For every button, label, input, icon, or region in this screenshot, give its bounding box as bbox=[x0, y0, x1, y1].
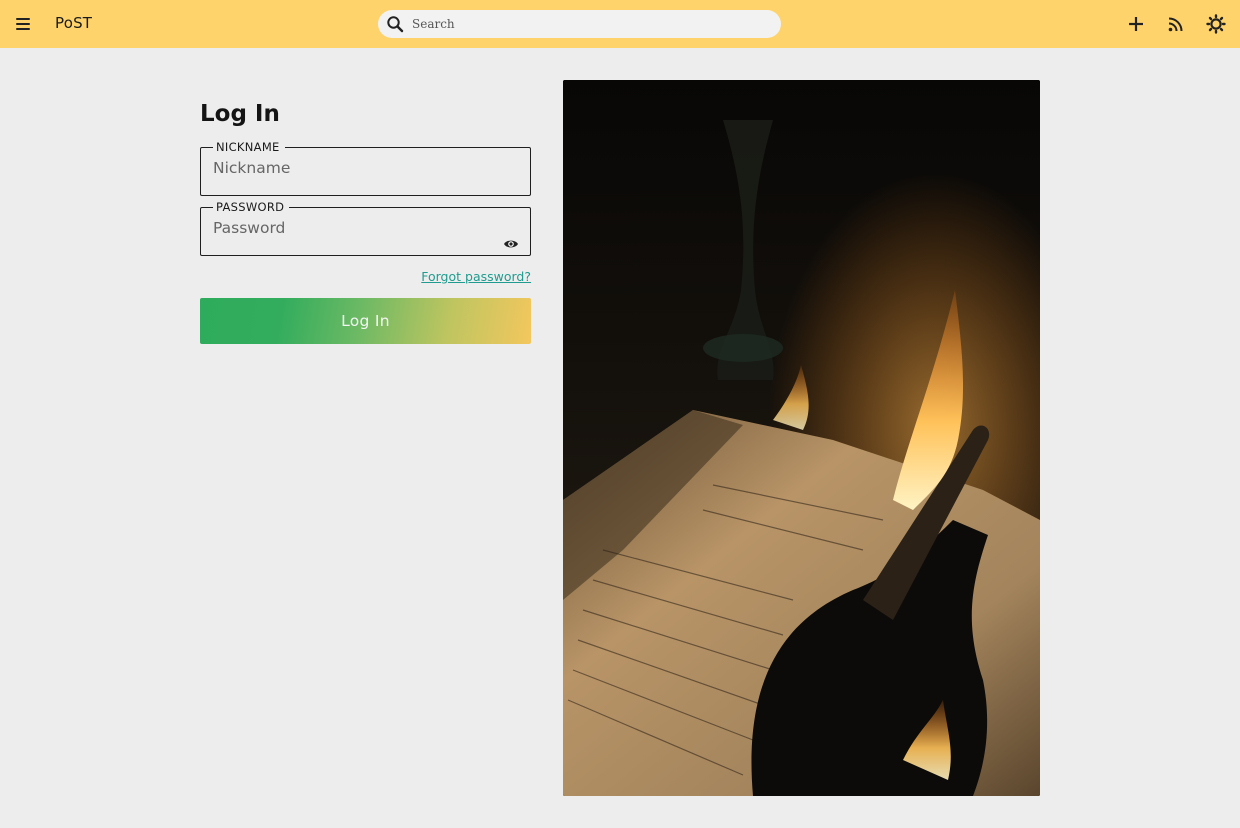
menu-icon[interactable] bbox=[13, 14, 33, 34]
burning-letter-illustration bbox=[563, 80, 1040, 796]
search-bar[interactable] bbox=[378, 10, 781, 38]
hero-image bbox=[563, 80, 1040, 796]
forgot-password-link[interactable]: Forgot password? bbox=[400, 269, 531, 284]
search-input[interactable] bbox=[412, 14, 767, 34]
password-field: PASSWORD bbox=[200, 200, 531, 256]
nickname-input[interactable] bbox=[213, 157, 493, 179]
plus-icon[interactable] bbox=[1125, 13, 1147, 35]
nickname-label: NICKNAME bbox=[216, 140, 280, 154]
login-button[interactable]: Log In bbox=[200, 298, 531, 344]
password-input[interactable] bbox=[213, 217, 493, 239]
page-title: Log In bbox=[200, 101, 280, 127]
top-bar: PoST bbox=[0, 0, 1240, 48]
rss-icon[interactable] bbox=[1165, 13, 1187, 35]
password-label: PASSWORD bbox=[216, 200, 285, 214]
search-icon[interactable] bbox=[386, 15, 404, 33]
brand-logo[interactable]: PoST bbox=[55, 14, 92, 32]
eye-icon[interactable] bbox=[503, 236, 519, 252]
sun-icon[interactable] bbox=[1205, 13, 1227, 35]
nickname-field: NICKNAME bbox=[200, 140, 531, 196]
